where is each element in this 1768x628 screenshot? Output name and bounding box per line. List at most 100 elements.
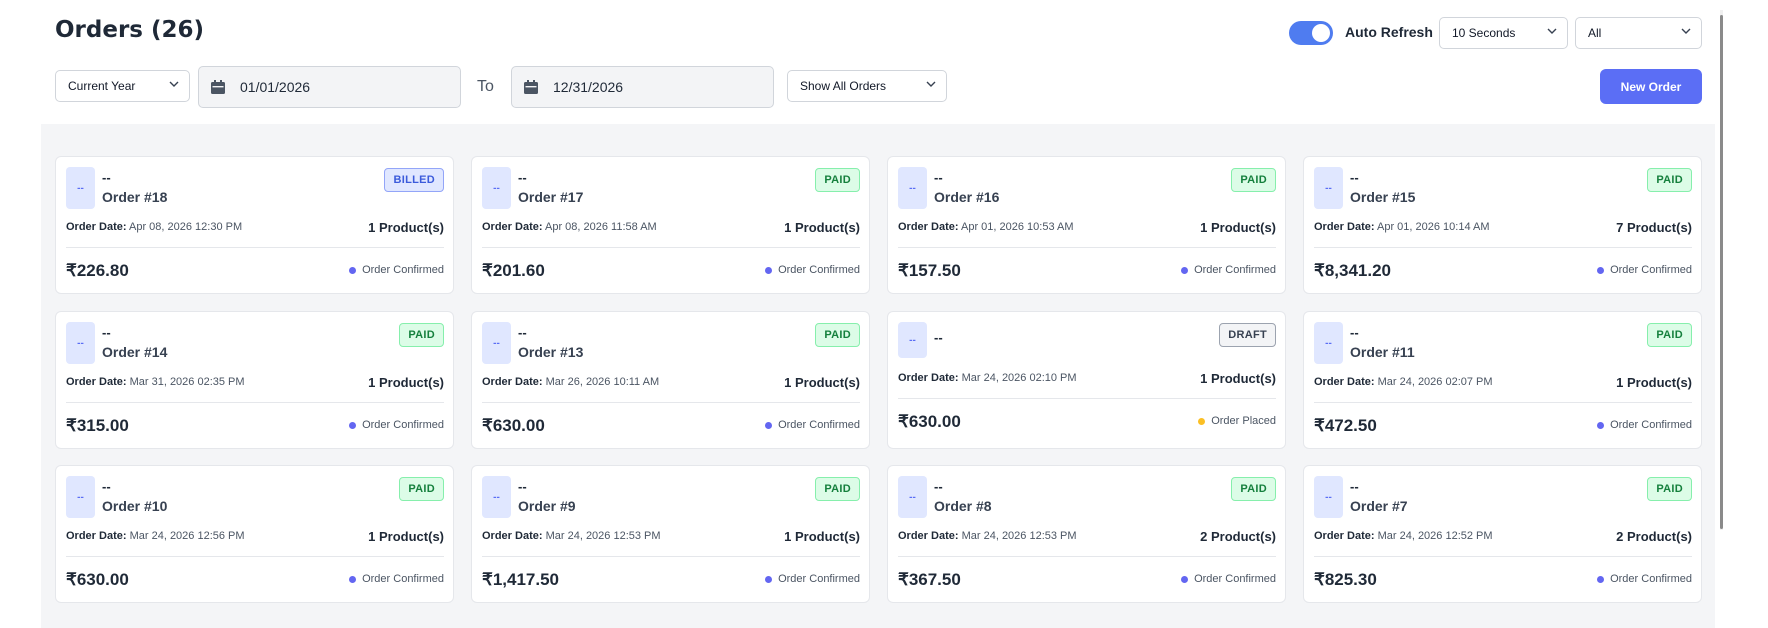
customer-avatar: -- [482,322,511,364]
scrollbar-thumb[interactable] [1720,15,1723,529]
order-date: Order Date: Mar 31, 2026 02:35 PM [66,376,245,388]
order-card[interactable]: -- -- Order #16 PAID Order Date: Apr 01,… [887,156,1286,294]
customer-avatar: -- [1314,167,1343,209]
order-date-label: Order Date: [1314,221,1375,233]
order-status-text: Order Confirmed [1610,264,1692,276]
order-number: Order #13 [518,344,584,360]
order-date: Order Date: Apr 01, 2026 10:53 AM [898,221,1074,233]
order-amount: ₹8,341.20 [1314,261,1391,280]
customer-name: -- [518,170,527,185]
customer-name: -- [934,330,943,345]
auto-refresh-label: Auto Refresh [1345,24,1433,40]
order-filter-select[interactable]: Show All Orders [787,70,947,102]
order-status: Order Confirmed [1597,264,1692,276]
date-from-value: 01/01/2026 [240,79,311,95]
order-status: Order Confirmed [765,573,860,585]
date-to-field[interactable]: 12/31/2026 [511,66,774,108]
divider [898,398,1276,399]
order-number: Order #16 [934,189,1000,205]
order-card[interactable]: -- -- Order #13 PAID Order Date: Mar 26,… [471,311,870,449]
order-date-label: Order Date: [482,221,543,233]
order-status-text: Order Confirmed [1194,264,1276,276]
order-card[interactable]: -- -- Order #11 PAID Order Date: Mar 24,… [1303,311,1702,449]
status-dot [1198,417,1206,425]
product-count: 1 Product(s) [368,375,444,390]
divider [66,556,444,557]
status-dot [765,575,773,583]
order-number: Order #15 [1350,189,1416,205]
status-dot [1597,575,1605,583]
order-status-text: Order Placed [1211,415,1276,427]
customer-avatar: -- [1314,322,1343,364]
order-amount: ₹157.50 [898,261,961,280]
order-status-text: Order Confirmed [362,419,444,431]
customer-name: -- [934,170,943,185]
customer-name: -- [934,479,943,494]
date-from-field[interactable]: 01/01/2026 [198,66,461,108]
product-count: 1 Product(s) [368,529,444,544]
order-card[interactable]: -- -- Order #17 PAID Order Date: Apr 08,… [471,156,870,294]
status-badge: PAID [399,323,444,347]
order-status-text: Order Confirmed [778,573,860,585]
order-card[interactable]: -- -- Order #8 PAID Order Date: Mar 24, … [887,465,1286,603]
order-date-value: Mar 24, 2026 02:10 PM [961,372,1077,384]
order-amount: ₹367.50 [898,570,961,589]
status-badge: PAID [1647,323,1692,347]
order-number: Order #10 [102,498,168,514]
customer-avatar: -- [66,476,95,518]
order-card[interactable]: -- -- Order #18 BILLED Order Date: Apr 0… [55,156,454,294]
status-dot [349,575,357,583]
order-number: Order #8 [934,498,992,514]
status-badge: PAID [815,477,860,501]
customer-name: -- [102,170,111,185]
period-select[interactable]: Current Year [55,70,190,102]
order-card[interactable]: -- -- Order #15 PAID Order Date: Apr 01,… [1303,156,1702,294]
order-date: Order Date: Mar 24, 2026 12:52 PM [1314,530,1493,542]
order-date-value: Apr 08, 2026 11:58 AM [544,221,657,233]
order-date-value: Mar 24, 2026 12:56 PM [129,530,245,542]
order-date-value: Mar 31, 2026 02:35 PM [129,376,245,388]
order-date-label: Order Date: [1314,376,1375,388]
period-value: Current Year [68,79,136,93]
status-dot [349,266,357,274]
product-count: 1 Product(s) [1200,220,1276,235]
customer-avatar: -- [66,167,95,209]
order-status: Order Confirmed [1597,419,1692,431]
toggle-knob [1312,24,1330,42]
order-status: Order Confirmed [1597,573,1692,585]
order-date-value: Mar 26, 2026 10:11 AM [545,376,660,388]
order-amount: ₹472.50 [1314,416,1377,435]
order-card[interactable]: -- -- Order #14 PAID Order Date: Mar 31,… [55,311,454,449]
product-count: 2 Product(s) [1200,529,1276,544]
order-card[interactable]: -- -- Order #9 PAID Order Date: Mar 24, … [471,465,870,603]
chevron-down-icon [1681,27,1691,35]
order-card[interactable]: -- -- DRAFT Order Date: Mar 24, 2026 02:… [887,311,1286,449]
customer-avatar: -- [66,322,95,364]
chevron-down-icon [1547,27,1557,35]
customer-name: -- [518,479,527,494]
auto-refresh-toggle[interactable] [1289,21,1333,45]
orders-grid: -- -- Order #18 BILLED Order Date: Apr 0… [41,124,1715,628]
product-count: 1 Product(s) [784,220,860,235]
order-status: Order Confirmed [349,419,444,431]
order-status: Order Placed [1198,415,1276,427]
product-count: 7 Product(s) [1616,220,1692,235]
order-amount: ₹825.30 [1314,570,1377,589]
order-card[interactable]: -- -- Order #7 PAID Order Date: Mar 24, … [1303,465,1702,603]
order-status-text: Order Confirmed [778,264,860,276]
order-card[interactable]: -- -- Order #10 PAID Order Date: Mar 24,… [55,465,454,603]
status-filter-select[interactable]: All [1575,17,1702,49]
status-dot [765,421,773,429]
new-order-button[interactable]: New Order [1600,69,1702,104]
chevron-down-icon [169,80,179,88]
order-date-value: Mar 24, 2026 12:53 PM [961,530,1077,542]
order-date: Order Date: Mar 24, 2026 02:10 PM [898,372,1077,384]
product-count: 1 Product(s) [784,375,860,390]
refresh-interval-select[interactable]: 10 Seconds [1439,17,1568,49]
order-date-value: Apr 01, 2026 10:14 AM [1376,221,1490,233]
status-badge: PAID [399,477,444,501]
orders-header: Orders (26) Auto Refresh 10 Seconds All … [0,0,1722,124]
order-amount: ₹226.80 [66,261,129,280]
order-number: Order #14 [102,344,168,360]
order-status: Order Confirmed [765,419,860,431]
